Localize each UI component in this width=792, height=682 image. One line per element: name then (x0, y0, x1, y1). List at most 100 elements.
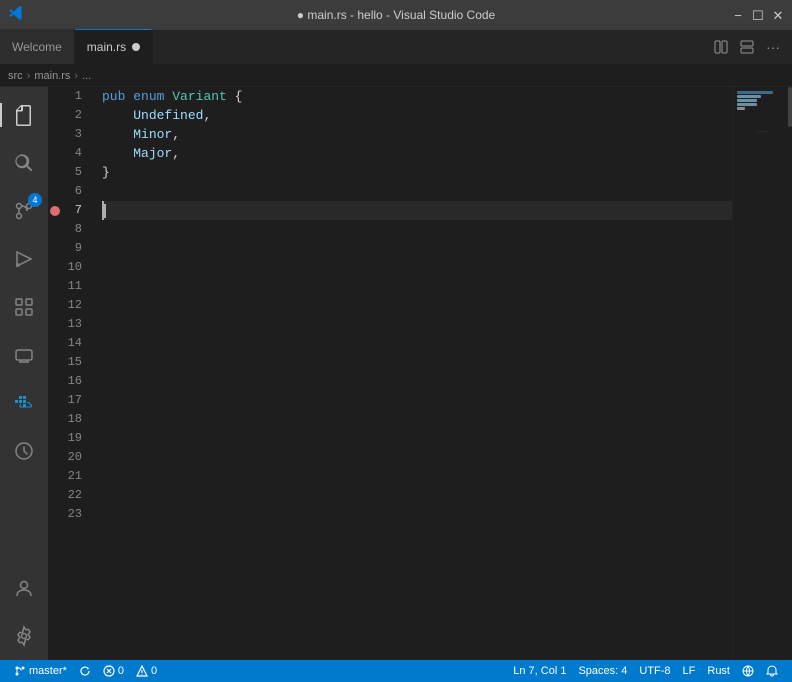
indent-4 (102, 144, 133, 163)
minimap-line-4 (737, 103, 757, 106)
line-num-11: 11 (48, 277, 90, 296)
sidebar-item-run[interactable] (0, 235, 48, 283)
remote-icon (742, 665, 754, 677)
scrollbar-thumb[interactable] (788, 87, 792, 127)
line-num-14: 14 (48, 334, 90, 353)
notifications-status[interactable] (760, 660, 784, 682)
closing-brace: } (102, 163, 110, 182)
sidebar-item-source-control[interactable]: 4 (0, 187, 48, 235)
code-line-3: Minor, (102, 125, 732, 144)
code-line-20 (102, 448, 732, 467)
remote-status[interactable] (736, 660, 760, 682)
sidebar-item-timeline[interactable] (0, 427, 48, 475)
minimap[interactable]: ···· (732, 87, 792, 660)
tab-main-rs[interactable]: main.rs (75, 29, 153, 64)
code-line-23 (102, 505, 732, 524)
sidebar-item-explorer[interactable] (0, 91, 48, 139)
cursor-position-status[interactable]: Ln 7, Col 1 (507, 660, 572, 682)
code-line-9 (102, 239, 732, 258)
tab-label: main.rs (87, 40, 126, 54)
line-num-10: 10 (48, 258, 90, 277)
code-line-13 (102, 315, 732, 334)
git-branch-icon (14, 665, 26, 677)
split-editor-button[interactable] (710, 38, 732, 56)
line-numbers: 1 2 3 4 5 6 7 8 9 10 11 12 13 14 15 16 1… (48, 87, 98, 660)
sidebar-item-remote-explorer[interactable] (0, 331, 48, 379)
minimap-line-3 (737, 99, 757, 102)
sync-status[interactable] (73, 660, 97, 682)
indentation-status[interactable]: Spaces: 4 (572, 660, 633, 682)
breadcrumb-sep-2: › (74, 70, 78, 82)
indent-3 (102, 125, 133, 144)
line-num-7: 7 (48, 201, 90, 220)
close-button[interactable]: ✕ (772, 9, 784, 21)
punct-brace-open: { (227, 87, 243, 106)
breadcrumb: src › main.rs › ... (0, 65, 792, 87)
line-num-17: 17 (48, 391, 90, 410)
code-line-16 (102, 372, 732, 391)
line-ending-status[interactable]: LF (677, 660, 702, 682)
sidebar-item-search[interactable] (0, 139, 48, 187)
line-num-4: 4 (48, 144, 90, 163)
scrollbar-track[interactable] (788, 87, 792, 660)
keyword-pub: pub (102, 87, 133, 106)
git-branch-status[interactable]: master* (8, 660, 73, 682)
tab-modified-dot (132, 43, 140, 51)
language-mode-label: Rust (707, 665, 730, 677)
window-controls[interactable]: − ☐ ✕ (732, 9, 784, 21)
minimap-line-6 (737, 111, 788, 114)
line-num-21: 21 (48, 467, 90, 486)
breadcrumb-file[interactable]: main.rs (34, 70, 70, 82)
line-num-8: 8 (48, 220, 90, 239)
language-server-status[interactable] (163, 660, 175, 682)
line-num-23: 23 (48, 505, 90, 524)
more-actions-button[interactable]: ··· (762, 37, 784, 57)
type-variant: Variant (172, 87, 227, 106)
line-num-22: 22 (48, 486, 90, 505)
warning-icon (136, 665, 148, 677)
minimize-button[interactable]: − (732, 9, 744, 21)
code-line-7 (102, 201, 732, 220)
code-editor[interactable]: 1 2 3 4 5 6 7 8 9 10 11 12 13 14 15 16 1… (48, 87, 732, 660)
breadcrumb-sep-1: › (27, 70, 31, 82)
keyword-enum: enum (133, 87, 172, 106)
sync-icon (79, 665, 91, 677)
line-ending-label: LF (683, 665, 696, 677)
code-line-8 (102, 220, 732, 239)
encoding-status[interactable]: UTF-8 (633, 660, 676, 682)
activity-bar: 4 (0, 87, 48, 660)
sidebar-item-docker[interactable] (0, 379, 48, 427)
sidebar-item-settings[interactable] (0, 612, 48, 660)
warnings-status[interactable]: 0 (130, 660, 163, 682)
code-line-5: } (102, 163, 732, 182)
status-bar: master* 0 0 Ln 7, Col 1 Spaces: 4 UTF-8 (0, 660, 792, 682)
line-num-6: 6 (48, 182, 90, 201)
sidebar-item-extensions[interactable] (0, 283, 48, 331)
tab-bar-actions: ··· (702, 30, 792, 64)
tab-bar: Welcome main.rs ··· (0, 30, 792, 65)
code-line-1: pub enum Variant { (102, 87, 732, 106)
code-line-11 (102, 277, 732, 296)
comma-2: , (203, 106, 211, 125)
errors-status[interactable]: 0 (97, 660, 130, 682)
line-num-15: 15 (48, 353, 90, 372)
breadcrumb-symbol[interactable]: ... (82, 70, 91, 82)
editor-area[interactable]: 1 2 3 4 5 6 7 8 9 10 11 12 13 14 15 16 1… (48, 87, 792, 660)
line-num-19: 19 (48, 429, 90, 448)
maximize-button[interactable]: ☐ (752, 9, 764, 21)
breadcrumb-src[interactable]: src (8, 70, 23, 82)
code-content[interactable]: pub enum Variant { Undefined, Minor, Maj… (98, 87, 732, 660)
tab-welcome[interactable]: Welcome (0, 29, 75, 64)
code-line-10 (102, 258, 732, 277)
language-mode-status[interactable]: Rust (701, 660, 736, 682)
toggle-panel-button[interactable] (736, 38, 758, 56)
minimap-line-5 (737, 107, 745, 110)
sidebar-item-accounts[interactable] (0, 564, 48, 612)
variant-undefined: Undefined (133, 106, 203, 125)
line-num-1: 1 (48, 87, 90, 106)
code-line-19 (102, 429, 732, 448)
line-num-2: 2 (48, 106, 90, 125)
warnings-count: 0 (151, 665, 157, 677)
code-line-21 (102, 467, 732, 486)
source-control-badge: 4 (28, 193, 42, 207)
